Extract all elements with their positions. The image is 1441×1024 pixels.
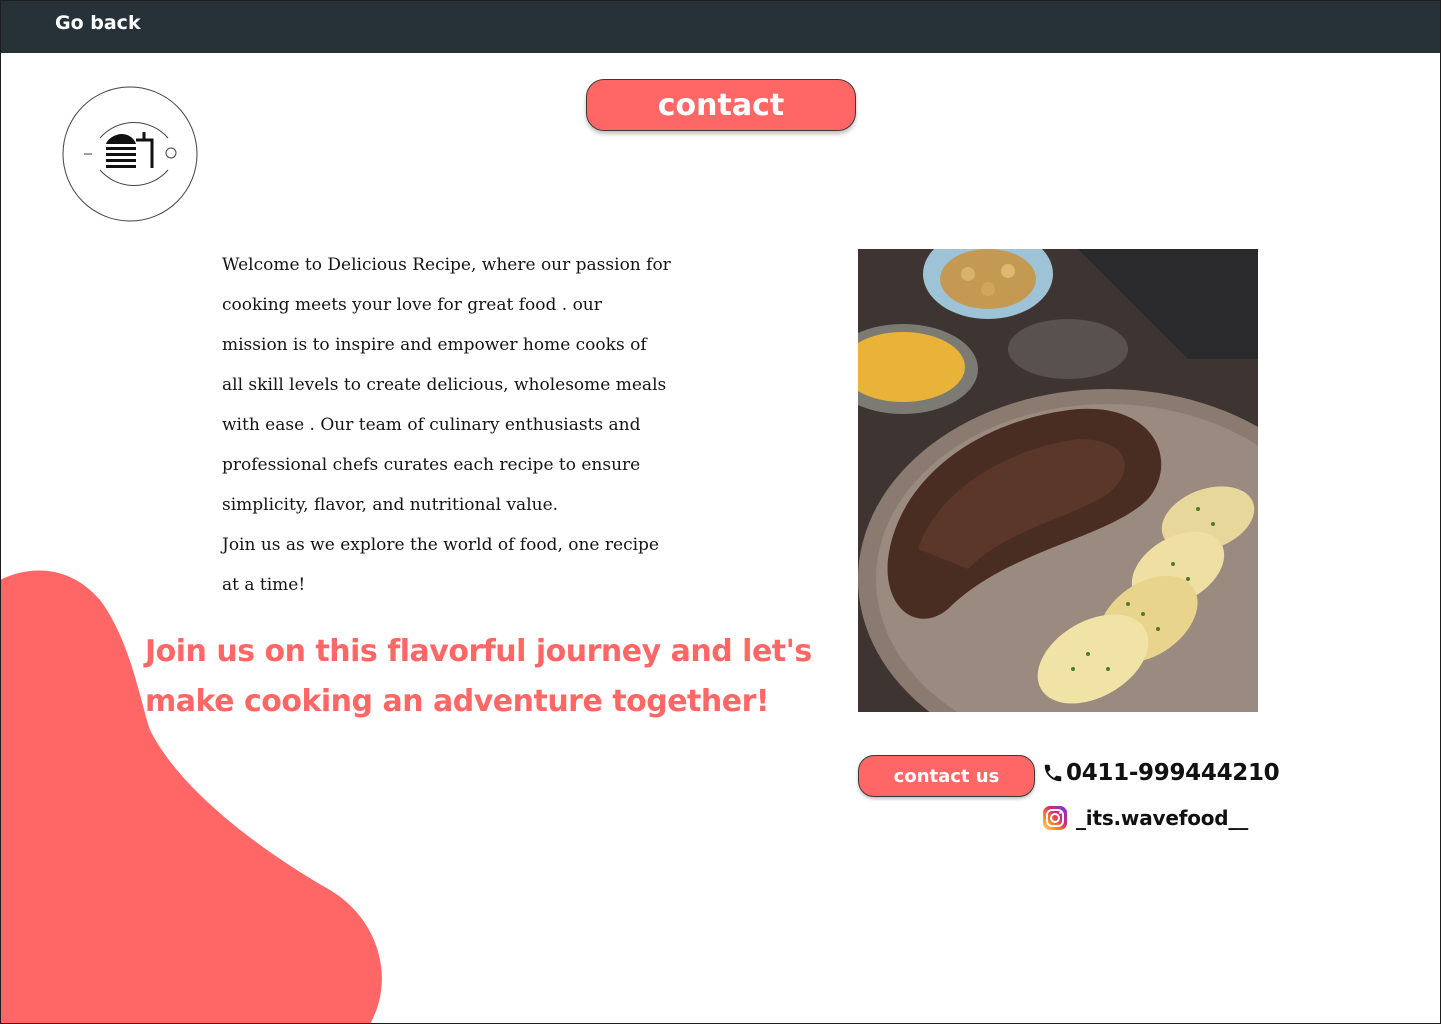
contact-us-button[interactable]: contact us xyxy=(858,755,1035,797)
contact-title-pill: contact xyxy=(586,79,856,131)
instagram-handle: _its.wavefood__ xyxy=(1076,806,1248,830)
phone-contact[interactable]: 0411-999444210 xyxy=(1042,760,1280,786)
tagline: Join us on this flavorful journey and le… xyxy=(145,634,812,719)
food-plate-logo-icon xyxy=(62,86,198,222)
go-back-link[interactable]: Go back xyxy=(55,12,141,34)
about-paragraph: Welcome to Delicious Recipe, where our p… xyxy=(222,255,671,595)
site-logo[interactable] xyxy=(60,86,200,222)
top-bar: Go back xyxy=(0,0,1441,53)
instagram-icon xyxy=(1043,806,1067,830)
steak-with-potatoes-image xyxy=(858,249,1258,712)
instagram-contact[interactable]: _its.wavefood__ xyxy=(1042,805,1248,831)
phone-number: 0411-999444210 xyxy=(1066,760,1280,786)
phone-icon xyxy=(1044,764,1062,782)
